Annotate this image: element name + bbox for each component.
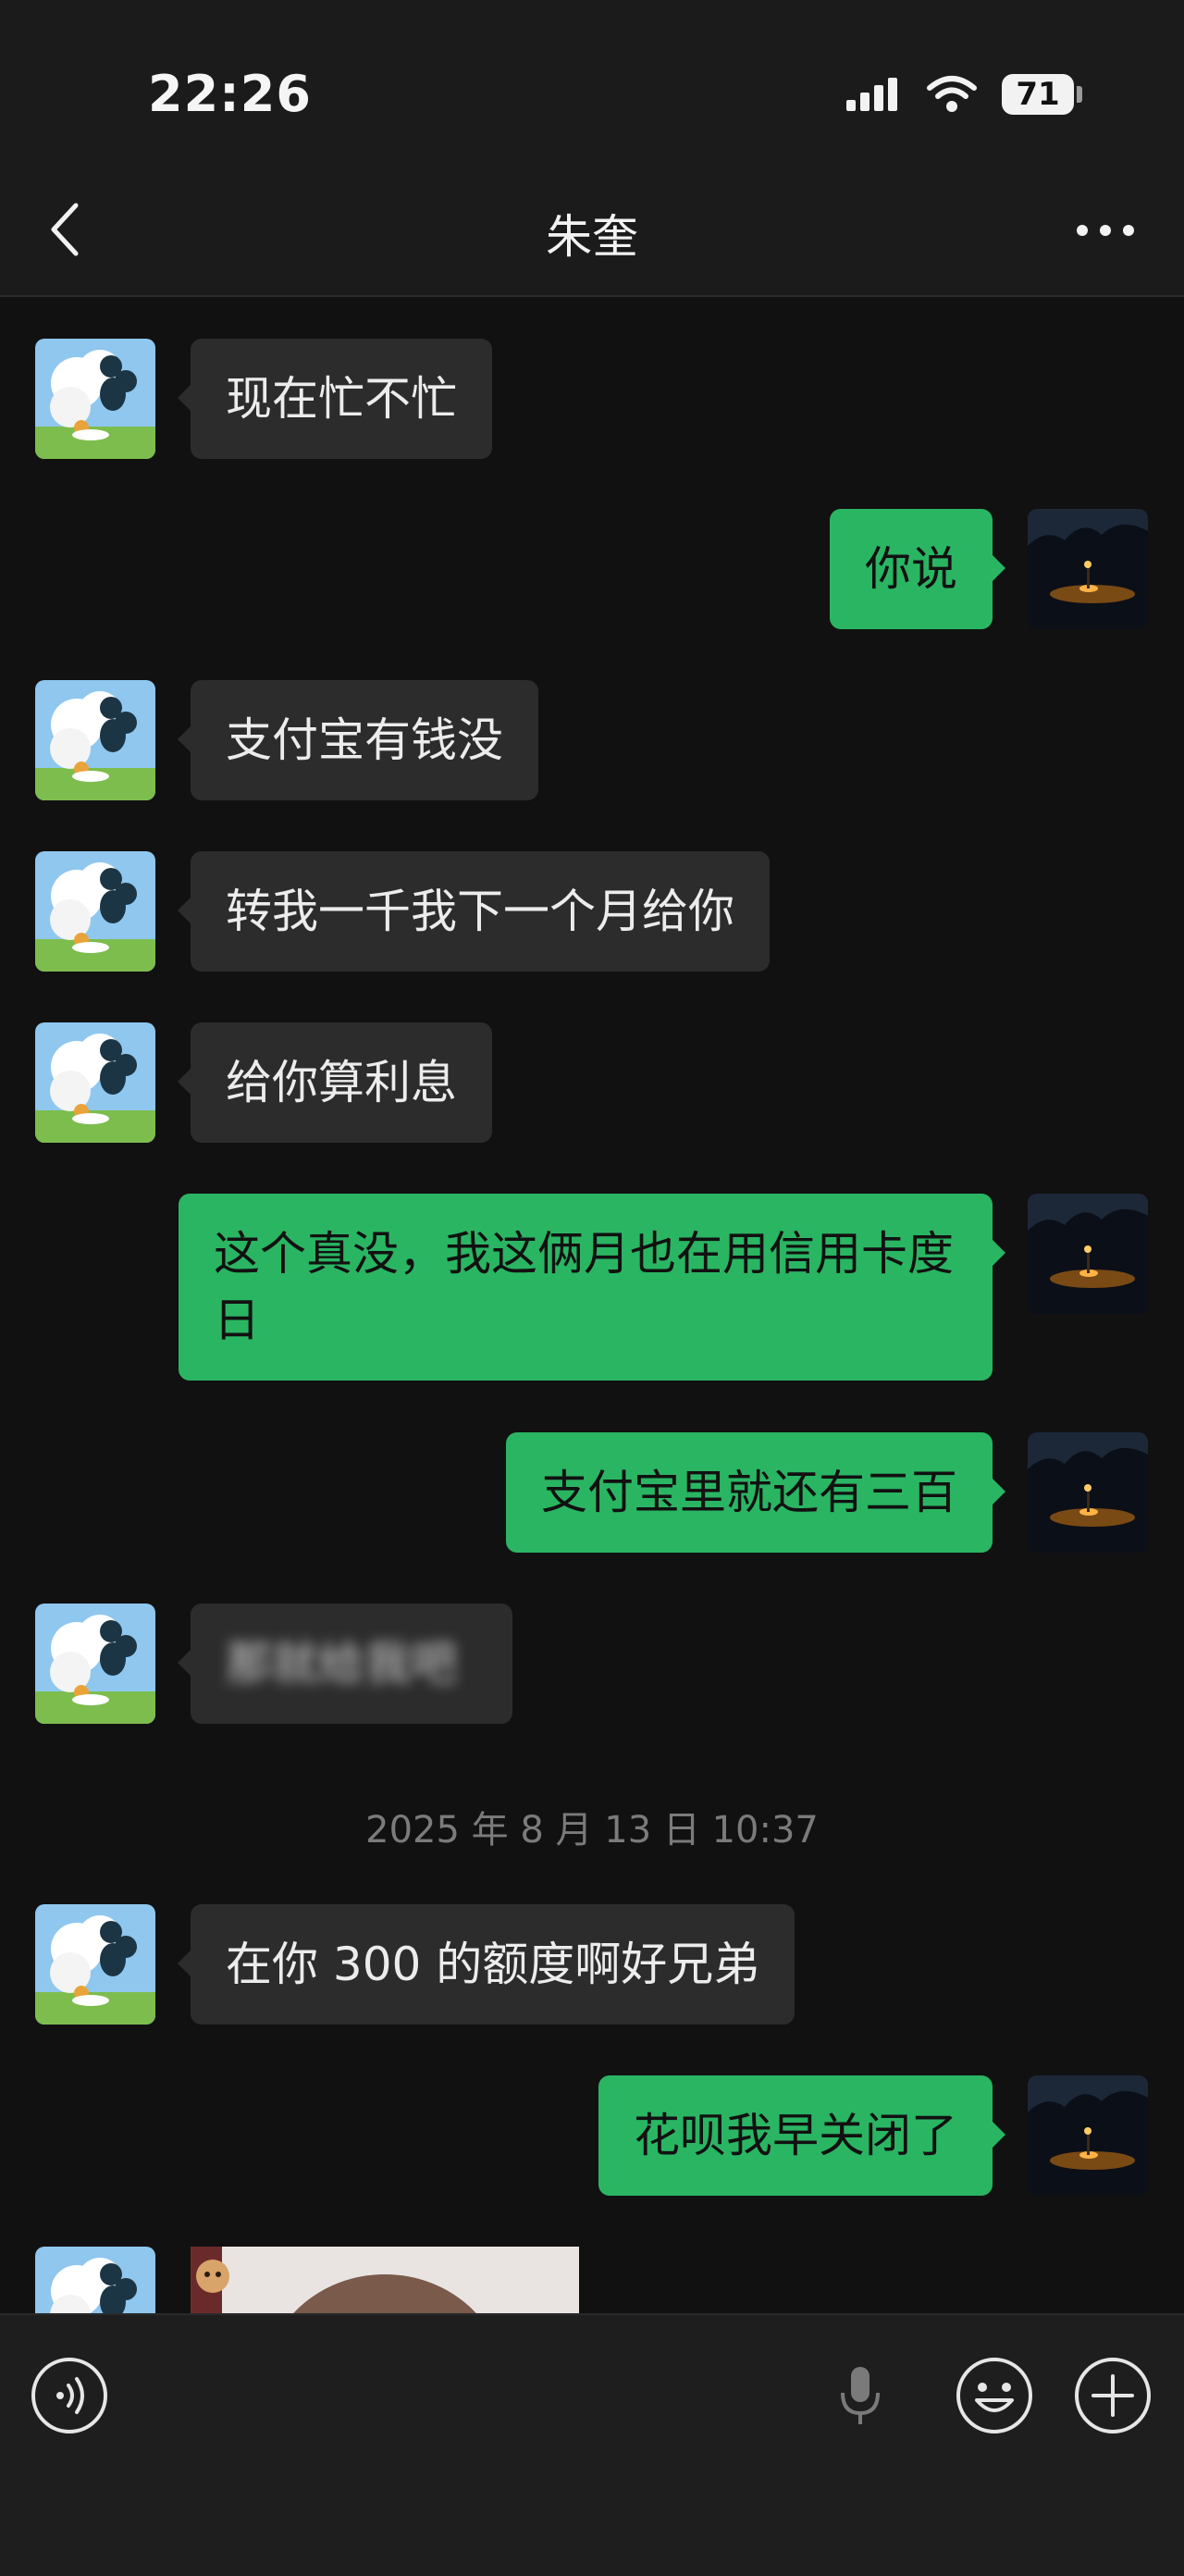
friend-avatar[interactable] <box>35 339 155 459</box>
sent-message[interactable]: 你说 <box>830 509 1005 629</box>
signal-icon <box>845 76 902 113</box>
friend-avatar[interactable] <box>35 1904 155 2025</box>
friend-avatar[interactable] <box>35 851 155 972</box>
top-bar: 22:26 71 朱奎 <box>0 0 1184 296</box>
my-avatar[interactable] <box>1028 1432 1148 1553</box>
sticker-image[interactable] <box>191 2247 579 2313</box>
emoji-button[interactable] <box>953 2356 1036 2439</box>
chat-screen: 22:26 71 朱奎 现在忙不忙 你说 支付宝有钱没 转我一千我下一个月给你 … <box>0 0 1184 2576</box>
battery-cap <box>1077 86 1082 103</box>
voice-icon <box>30 2356 109 2439</box>
chat-title: 朱奎 <box>546 210 638 264</box>
received-message[interactable]: 转我一千我下一个月给你 <box>178 851 770 972</box>
sent-message[interactable]: 这个真没，我这俩月也在用信用卡度日 <box>179 1194 1005 1381</box>
voice-input-toggle[interactable] <box>28 2356 111 2439</box>
wifi-icon <box>926 75 978 114</box>
more-button[interactable] <box>1064 204 1147 259</box>
sent-message[interactable]: 支付宝里就还有三百 <box>506 1432 1005 1553</box>
received-message[interactable]: 现在忙不忙 <box>178 339 492 459</box>
input-bar <box>0 2313 1184 2576</box>
received-message[interactable]: 支付宝有钱没 <box>178 680 538 800</box>
status-time: 22:26 <box>148 65 312 123</box>
status-icons: 71 <box>845 70 1082 118</box>
friend-avatar[interactable] <box>35 680 155 800</box>
friend-avatar[interactable] <box>35 2247 155 2313</box>
friend-avatar[interactable] <box>35 1022 155 1143</box>
my-avatar[interactable] <box>1028 1194 1148 1314</box>
battery-indicator: 71 <box>1002 74 1082 115</box>
sent-message[interactable]: 花呗我早关闭了 <box>598 2075 1005 2196</box>
more-icon <box>1076 223 1135 241</box>
mic-button[interactable] <box>828 2356 893 2439</box>
emoji-icon <box>955 2356 1034 2439</box>
received-message[interactable]: 在你 300 的额度啊好兄弟 <box>177 1904 796 2025</box>
my-avatar[interactable] <box>1028 2075 1148 2196</box>
my-avatar[interactable] <box>1028 509 1148 629</box>
received-message[interactable]: 给你算利息 <box>178 1022 492 1143</box>
plus-icon <box>1073 2356 1153 2439</box>
battery-level: 71 <box>1002 74 1074 115</box>
mic-icon <box>837 2363 883 2432</box>
friend-avatar[interactable] <box>35 1604 155 1724</box>
message-list[interactable]: 现在忙不忙 你说 支付宝有钱没 转我一千我下一个月给你 给你算利息 这个真没，我… <box>0 296 1184 2313</box>
blurred-received-message[interactable]: 那就给我吧 <box>178 1604 512 1724</box>
plus-button[interactable] <box>1071 2356 1154 2439</box>
blurred-message-text: 那就给我吧 <box>226 1637 457 1690</box>
message-timestamp: 2025 年 8 月 13 日 10:37 <box>365 1809 819 1852</box>
